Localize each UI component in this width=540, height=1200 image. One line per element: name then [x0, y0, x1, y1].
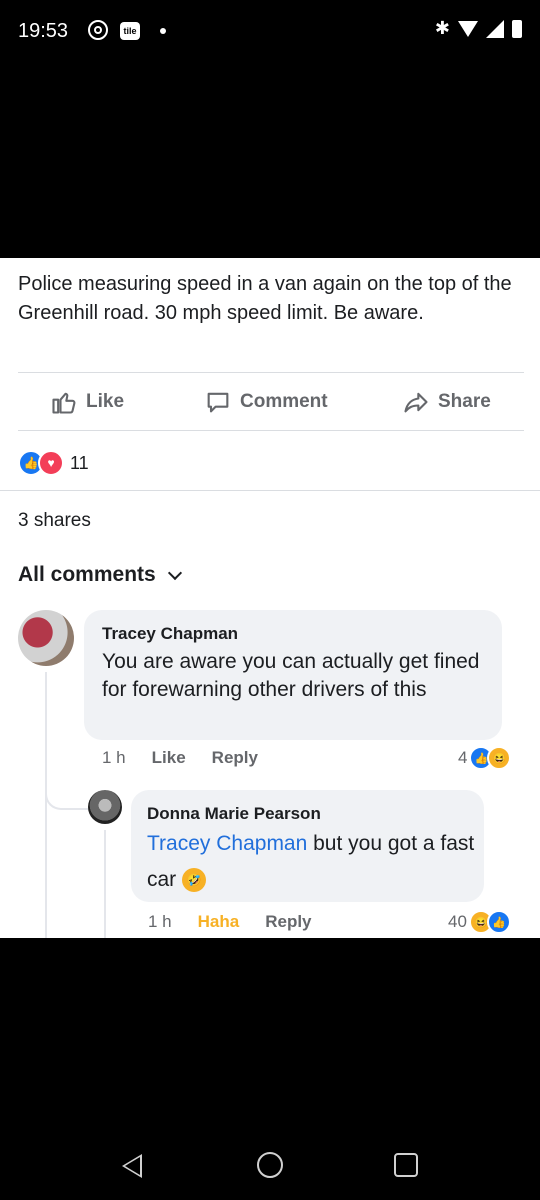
comment-icon [207, 392, 229, 413]
notification-dot-icon [160, 28, 166, 34]
status-icons: ✱ [435, 18, 522, 39]
reply-reaction-summary[interactable]: 40 😆 👍 [448, 910, 511, 934]
like-reaction-icon: 👍 [486, 910, 511, 934]
reply-actions: 1 h Haha Reply [148, 912, 312, 932]
comment-actions: 1 h Like Reply [102, 748, 258, 768]
haha-reaction-icon: 😆 [487, 746, 512, 770]
divider [0, 490, 540, 491]
clock: 19:53 [18, 20, 69, 42]
signal-icon [486, 19, 504, 38]
reply-reaction-count: 40 [448, 912, 467, 931]
reply-text: Tracey Chapman but you got a fast car 🤣 [147, 826, 477, 898]
comment-like-button[interactable]: Like [152, 748, 186, 768]
like-button[interactable]: Like [50, 388, 124, 416]
divider [18, 372, 524, 373]
avatar[interactable] [18, 610, 74, 666]
rofl-emoji-icon: 🤣 [182, 868, 207, 893]
share-count[interactable]: 3 shares [18, 510, 91, 532]
status-bar: 19:53 tile ✱ [0, 0, 540, 64]
reaction-count: 11 [70, 452, 89, 473]
avatar[interactable] [88, 790, 122, 824]
mention-link[interactable]: Tracey Chapman [147, 832, 307, 855]
share-button[interactable]: Share [402, 388, 491, 416]
thumbs-up-icon [52, 392, 76, 414]
thread-line [45, 672, 47, 938]
reply-bubble: Donna Marie Pearson Tracey Chapman but y… [131, 790, 484, 902]
comments-filter-dropdown[interactable]: All comments [18, 563, 182, 587]
comment-reaction-count: 4 [458, 748, 468, 767]
thread-branch [45, 778, 89, 810]
comment-time: 1 h [102, 748, 126, 767]
comment-button[interactable]: Comment [204, 388, 328, 416]
reply-author[interactable]: Donna Marie Pearson [147, 804, 321, 824]
like-label: Like [86, 391, 125, 412]
comment-label: Comment [240, 391, 328, 412]
comment-reaction-summary[interactable]: 4 👍 😆 [458, 746, 512, 770]
comment-reply-button[interactable]: Reply [212, 748, 258, 768]
comment-bubble: Tracey Chapman You are aware you can act… [84, 610, 502, 740]
comments-filter-label: All comments [18, 563, 156, 586]
whatsapp-icon [88, 20, 108, 40]
thread-line [104, 830, 106, 938]
reaction-summary[interactable]: 👍 ♥ 11 [18, 450, 89, 476]
post-card: Police measuring speed in a van again on… [0, 258, 540, 938]
share-icon [404, 392, 428, 413]
divider [18, 430, 524, 431]
post-text: Police measuring speed in a van again on… [18, 273, 512, 324]
love-reaction-icon: ♥ [38, 450, 64, 476]
reply-reply-button[interactable]: Reply [265, 912, 311, 932]
reply-haha-button[interactable]: Haha [198, 912, 240, 932]
home-icon[interactable] [257, 1152, 283, 1178]
share-label: Share [438, 391, 491, 412]
bluetooth-icon: ✱ [434, 18, 450, 38]
comment-text: You are aware you can actually get fined… [102, 650, 480, 701]
reply-time: 1 h [148, 912, 172, 931]
back-icon[interactable] [122, 1154, 142, 1178]
wifi-icon [458, 20, 478, 37]
chevron-down-icon [167, 565, 182, 581]
comment-author[interactable]: Tracey Chapman [102, 624, 238, 644]
android-nav-bar [0, 1120, 540, 1200]
battery-icon [512, 19, 522, 38]
tile-app-icon: tile [120, 22, 140, 40]
recent-apps-icon[interactable] [394, 1153, 418, 1177]
